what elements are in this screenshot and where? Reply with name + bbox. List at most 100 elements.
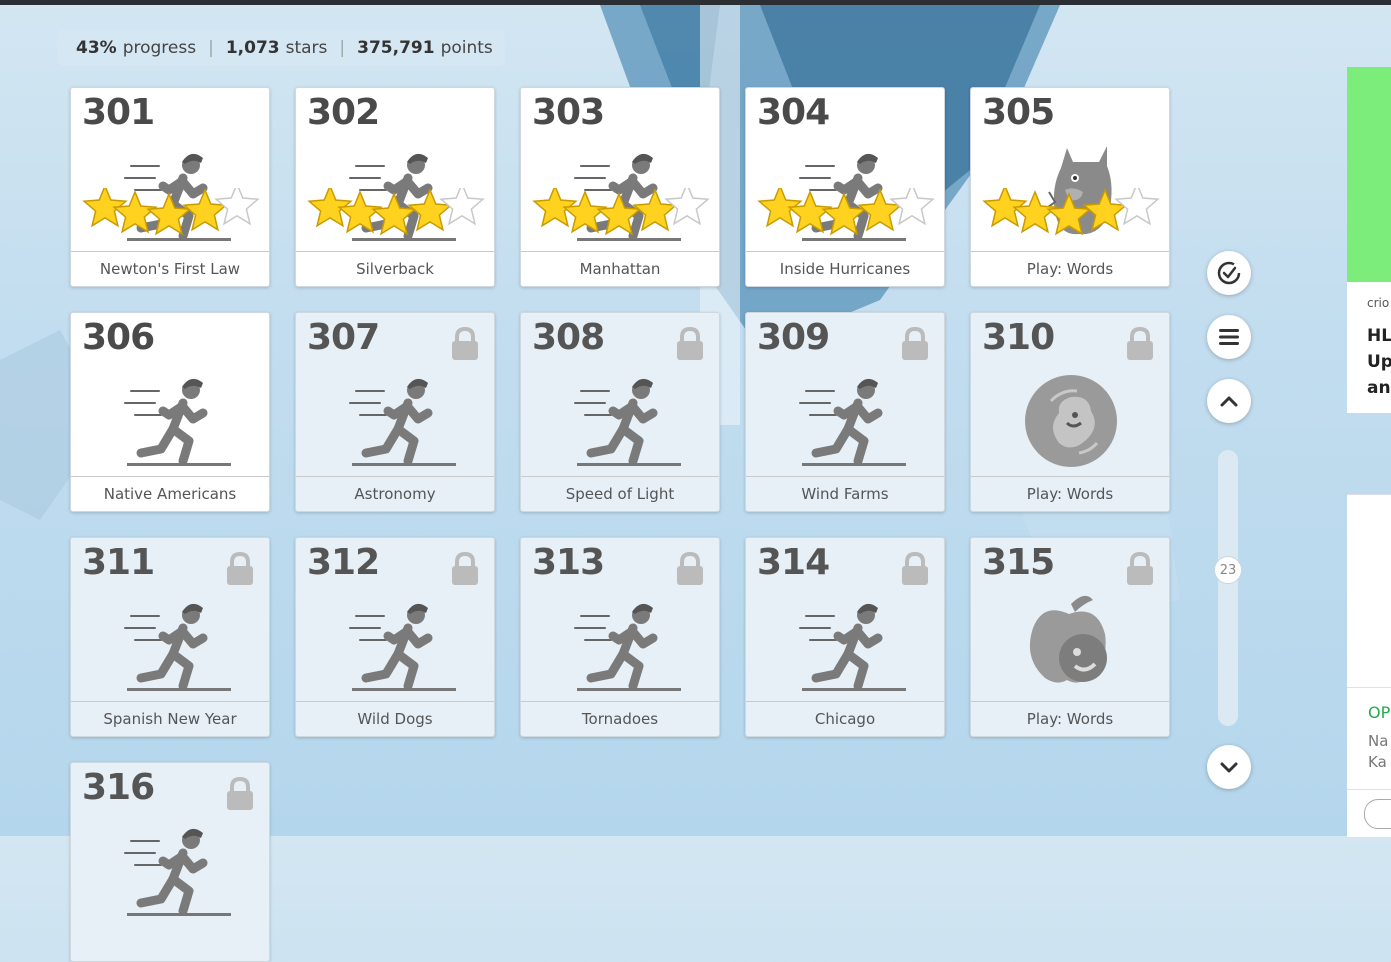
lock-icon (902, 552, 928, 585)
level-title: Inside Hurricanes (746, 251, 944, 286)
star-filled-icon (1082, 188, 1128, 232)
level-tile[interactable]: 313 Tornadoes (520, 537, 720, 737)
star-filled-icon (821, 192, 867, 236)
level-number: 304 (757, 92, 830, 133)
runner-icon (349, 378, 456, 466)
level-number: 308 (532, 317, 605, 358)
level-tile[interactable]: 307 Astronomy (295, 312, 495, 512)
level-number: 305 (982, 92, 1055, 133)
star-filled-icon (146, 192, 192, 236)
level-tile[interactable]: 308 Speed of Light (520, 312, 720, 512)
star-rating (532, 188, 710, 236)
level-title: Tornadoes (521, 701, 719, 736)
lock-icon (227, 777, 253, 810)
level-title: Astronomy (296, 476, 494, 511)
stars-label: stars (285, 38, 328, 58)
points-label: points (440, 38, 493, 58)
lock-icon (677, 552, 703, 585)
star-filled-icon (562, 190, 608, 234)
level-title: Wind Farms (746, 476, 944, 511)
lock-icon (1127, 327, 1153, 360)
scroll-track[interactable] (1218, 450, 1238, 726)
level-number: 311 (82, 542, 155, 583)
progress-value: 43% (76, 38, 117, 58)
check-button[interactable] (1207, 251, 1251, 295)
star-filled-icon (1046, 192, 1092, 236)
level-title: Speed of Light (521, 476, 719, 511)
level-title: Newton's First Law (71, 251, 269, 286)
level-title: Play: Words (971, 476, 1169, 511)
stats-divider: | (208, 38, 214, 58)
ad-image (1347, 67, 1391, 282)
star-rating (307, 188, 485, 236)
level-tile[interactable]: 312 Wild Dogs (295, 537, 495, 737)
star-filled-icon (112, 190, 158, 234)
progress-label: progress (122, 38, 197, 58)
menu-icon (1219, 329, 1239, 345)
star-filled-icon (857, 188, 903, 232)
check-circle-icon (1217, 261, 1241, 285)
level-tile[interactable]: 311 Spanish New Year (70, 537, 270, 737)
lock-icon (902, 327, 928, 360)
chevron-down-icon (1220, 762, 1238, 773)
level-number: 314 (757, 542, 830, 583)
level-tile[interactable]: 304 Inside Hurricanes (745, 87, 945, 287)
level-tile[interactable]: 303 Manhattan (520, 87, 720, 287)
level-number: 307 (307, 317, 380, 358)
star-filled-icon (1012, 190, 1058, 234)
level-title: Wild Dogs (296, 701, 494, 736)
level-tile[interactable]: 302 Silverback (295, 87, 495, 287)
level-title: Chicago (746, 701, 944, 736)
ad-divider (1347, 789, 1391, 790)
level-number: 302 (307, 92, 380, 133)
level-number: 306 (82, 317, 155, 358)
level-number: 301 (82, 92, 155, 133)
level-tile[interactable]: 315 Play: Words (970, 537, 1170, 737)
level-tile[interactable]: 314 Chicago (745, 537, 945, 737)
apple-monster-icon (1029, 595, 1107, 683)
level-title: Spanish New Year (71, 701, 269, 736)
level-tile[interactable]: 301 Newton's First Law (70, 87, 270, 287)
level-tile[interactable]: 310 Play: Words (970, 312, 1170, 512)
star-filled-icon (787, 190, 833, 234)
lock-icon (677, 327, 703, 360)
runner-icon (124, 828, 231, 916)
level-number: 315 (982, 542, 1055, 583)
level-tile[interactable]: 316 (70, 762, 270, 962)
scroll-down-button[interactable] (1207, 745, 1251, 789)
star-rating (82, 188, 260, 236)
lock-icon (452, 552, 478, 585)
stars-value: 1,073 (225, 38, 280, 58)
scroll-up-button[interactable] (1207, 379, 1251, 423)
lock-icon (452, 327, 478, 360)
level-tile[interactable]: 309 Wind Farms (745, 312, 945, 512)
star-filled-icon (371, 192, 417, 236)
ad-headline: HL Up an (1367, 326, 1391, 398)
stats-divider: | (339, 38, 346, 58)
star-filled-icon (337, 190, 383, 234)
level-title: Play: Words (971, 701, 1169, 736)
page-indicator[interactable]: 23 (1214, 556, 1242, 584)
points-value: 375,791 (357, 38, 435, 58)
level-tile[interactable]: 305 Play: Words (970, 87, 1170, 287)
monster-badge-icon (1025, 375, 1117, 467)
ad-panel-top[interactable]: crio HL Up an (1347, 67, 1391, 413)
level-number: 313 (532, 542, 605, 583)
level-number: 309 (757, 317, 830, 358)
lock-icon (227, 552, 253, 585)
ad-subtitle: Na Ka (1368, 732, 1389, 771)
star-filled-icon (632, 188, 678, 232)
lock-icon (1127, 552, 1153, 585)
runner-icon (124, 603, 231, 691)
level-tile[interactable]: 306 Native Americans (70, 312, 270, 512)
level-title: Native Americans (71, 476, 269, 511)
ad-button[interactable] (1364, 799, 1391, 829)
top-bar (0, 0, 1391, 5)
runner-icon (124, 378, 231, 466)
level-number: 303 (532, 92, 605, 133)
menu-button[interactable] (1207, 315, 1251, 359)
ad-source: crio (1367, 296, 1390, 310)
level-title: Silverback (296, 251, 494, 286)
level-title: Manhattan (521, 251, 719, 286)
ad-panel-bottom[interactable]: OP Na Ka (1347, 494, 1391, 837)
